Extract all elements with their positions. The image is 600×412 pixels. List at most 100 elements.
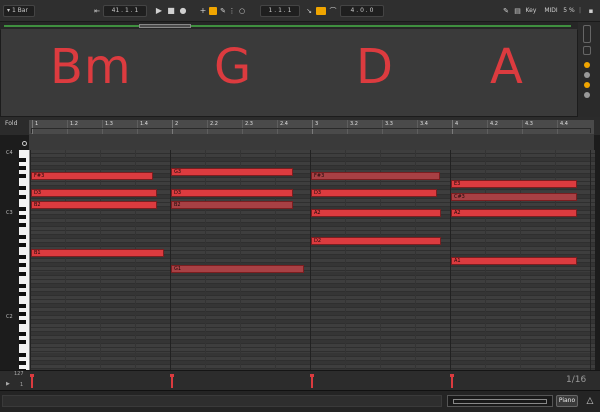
grid-line — [590, 150, 591, 370]
cpu-meter: 5 % — [563, 7, 575, 14]
black-key[interactable] — [19, 166, 26, 171]
fold-toggle-icon[interactable] — [22, 141, 27, 146]
black-key[interactable] — [19, 222, 26, 227]
beat-ruler[interactable]: 1 1.2 1.3 1.4 2 2.2 2.3 2.4 3 3.2 3.3 3.4 4 4.2 4.3 4.4 — [29, 120, 594, 134]
black-key[interactable] — [19, 263, 26, 268]
black-key[interactable] — [19, 340, 26, 345]
view-mode-button[interactable]: Piano — [556, 395, 578, 407]
metronome-icon[interactable]: ○ — [238, 5, 246, 17]
chord-label: A — [490, 39, 524, 95]
overview-selection — [139, 24, 191, 28]
pitch-labels: C4 C3 C2 — [4, 150, 19, 370]
play-button[interactable]: ▶ — [154, 5, 164, 17]
launch-quantization-select[interactable]: ▾ 1 Bar — [3, 5, 35, 17]
black-key[interactable] — [19, 332, 26, 337]
velocity-handle[interactable] — [30, 374, 34, 377]
midi-note[interactable]: F#3 — [31, 172, 153, 181]
black-key[interactable] — [19, 320, 26, 325]
midi-note[interactable]: G3 — [171, 168, 293, 177]
automation-write-button[interactable] — [209, 7, 217, 15]
piano-keyboard[interactable] — [19, 150, 30, 373]
song-position-display[interactable]: 41 . 1 . 1 — [103, 5, 147, 17]
curve-icon[interactable]: ⌒ — [328, 5, 338, 17]
midi-note[interactable]: F#3 — [311, 172, 440, 181]
black-key[interactable] — [19, 186, 26, 191]
zoom-overview[interactable] — [447, 395, 553, 407]
midi-note[interactable]: D3 — [311, 188, 438, 197]
black-key[interactable] — [19, 214, 26, 219]
velocity-handle[interactable] — [310, 374, 314, 377]
black-key[interactable] — [19, 255, 26, 260]
midi-note[interactable]: D2 — [311, 237, 442, 246]
pitch-label: C2 — [6, 314, 13, 320]
black-key[interactable] — [19, 235, 26, 240]
midi-note[interactable]: B2 — [171, 200, 293, 209]
grid-line — [30, 150, 31, 370]
fold-button[interactable]: Fold — [5, 120, 25, 130]
midi-note[interactable]: B2 — [31, 200, 158, 209]
velocity-lane[interactable]: 127 1 ▶ — [0, 370, 600, 390]
grid-icon[interactable]: ⋮ — [228, 5, 236, 17]
grid-line — [100, 150, 101, 370]
velocity-handle[interactable] — [170, 374, 174, 377]
scroll-strip[interactable] — [29, 134, 594, 150]
track-indicator-icon[interactable] — [584, 72, 590, 78]
add-icon[interactable]: + — [199, 5, 207, 17]
scrollbar[interactable] — [583, 25, 591, 43]
midi-note[interactable]: A2 — [451, 208, 578, 217]
grid-line — [310, 150, 311, 370]
black-key[interactable] — [19, 291, 26, 296]
track-indicator-icon[interactable] — [584, 82, 590, 88]
loop-toggle-icon[interactable]: ⇤ — [92, 5, 102, 17]
black-key[interactable] — [19, 303, 26, 308]
black-key[interactable] — [19, 283, 26, 288]
play-marker-icon: ▶ — [6, 381, 10, 387]
key-map-button[interactable]: Key — [524, 5, 538, 17]
computer-keyboard-icon[interactable]: ▤ — [513, 5, 522, 17]
overview-segment — [191, 25, 571, 27]
record-button[interactable]: ● — [178, 5, 188, 17]
midi-note[interactable]: E3 — [451, 180, 578, 189]
track-indicator-icon[interactable] — [584, 92, 590, 98]
stop-button[interactable]: ■ — [166, 5, 176, 17]
io-indicator-icon: ▪ — [588, 7, 594, 15]
black-key[interactable] — [19, 243, 26, 248]
loop-switch-button[interactable] — [316, 7, 326, 15]
midi-note[interactable]: A2 — [311, 208, 442, 217]
black-key[interactable] — [19, 206, 26, 211]
warning-icon[interactable]: △ — [584, 395, 596, 407]
midi-note[interactable]: D3 — [31, 188, 158, 197]
zoom-window[interactable] — [453, 399, 547, 404]
loop-length-display[interactable]: 4 . 0 . 0 — [340, 5, 384, 17]
note-grid[interactable]: F#3 D3 B2 B1 G3 D3 B2 G1 F#3 D3 A2 D2 E3 C#3 A2 A1 — [30, 150, 595, 370]
black-key[interactable] — [19, 158, 26, 163]
midi-note[interactable]: B1 — [31, 249, 165, 258]
velocity-handle[interactable] — [450, 374, 454, 377]
quantize-display[interactable]: 1/16 — [566, 375, 586, 385]
black-key[interactable] — [19, 174, 26, 179]
scrollbar[interactable] — [583, 46, 591, 55]
draw-mode-icon[interactable]: ✎ — [502, 5, 510, 17]
black-key[interactable] — [19, 194, 26, 199]
loop-brace[interactable] — [31, 128, 591, 133]
horizontal-scrollbar[interactable] — [2, 395, 442, 407]
black-key[interactable] — [19, 271, 26, 276]
pitch-label: C4 — [6, 150, 13, 156]
black-key[interactable] — [19, 352, 26, 357]
midi-map-button[interactable]: MIDI — [543, 5, 559, 17]
midi-note[interactable]: G1 — [171, 265, 305, 274]
midi-note[interactable]: D3 — [171, 188, 293, 197]
launch-quantization-value: 1 Bar — [11, 7, 28, 14]
loop-start-display[interactable]: 1 . 1 . 1 — [260, 5, 300, 17]
loop-arrow-icon[interactable]: ↘ — [304, 5, 314, 17]
grid-line — [240, 150, 241, 370]
grid-line — [170, 150, 171, 370]
midi-note[interactable]: A1 — [451, 257, 578, 266]
midi-note[interactable]: C#3 — [451, 192, 578, 201]
grid-line — [415, 150, 416, 370]
black-key[interactable] — [19, 360, 26, 365]
track-indicator-icon[interactable] — [584, 62, 590, 68]
black-key[interactable] — [19, 312, 26, 317]
grid-line — [205, 150, 206, 370]
pencil-tool-icon[interactable]: ✎ — [219, 5, 227, 17]
